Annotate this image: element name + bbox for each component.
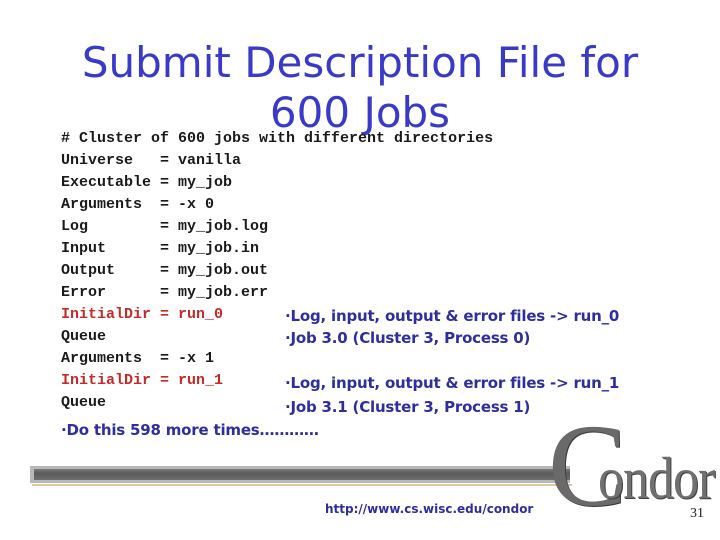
annotation-repeat: ·Do this 598 more times………… [61, 421, 319, 439]
code-line-arguments-0: Arguments = -x 0 [61, 196, 215, 213]
annotation-run0-job: ·Job 3.0 (Cluster 3, Process 0) [285, 329, 531, 347]
slide-title: Submit Description File for 600 Jobs [0, 38, 720, 138]
annotation-run1-files: ·Log, input, output & error files -> run… [285, 374, 620, 392]
code-line-input: Input = my_job.in [61, 240, 260, 257]
footer-divider-bar [30, 466, 572, 488]
code-line-comment: # Cluster of 600 jobs with different dir… [61, 130, 494, 147]
footer-url[interactable]: http://www.cs.wisc.edu/condor [325, 502, 533, 516]
code-line-arguments-1: Arguments = -x 1 [61, 350, 215, 367]
code-line-error: Error = my_job.err [61, 284, 269, 301]
annotation-run1-job: ·Job 3.1 (Cluster 3, Process 1) [285, 398, 531, 416]
annotation-run0-files: ·Log, input, output & error files -> run… [285, 307, 620, 325]
code-line-output: Output = my_job.out [61, 262, 269, 279]
code-line-executable: Executable = my_job [61, 174, 233, 191]
condor-logo-text: ondor [598, 446, 715, 512]
condor-logo: C ondor [548, 407, 715, 525]
code-line-log: Log = my_job.log [61, 218, 269, 235]
slide-title-line-1: Submit Description File for [81, 38, 639, 87]
code-line-universe: Universe = vanilla [61, 152, 242, 169]
submit-file-code: # Cluster of 600 jobs with different dir… [61, 128, 493, 414]
page-number: 31 [690, 506, 704, 521]
